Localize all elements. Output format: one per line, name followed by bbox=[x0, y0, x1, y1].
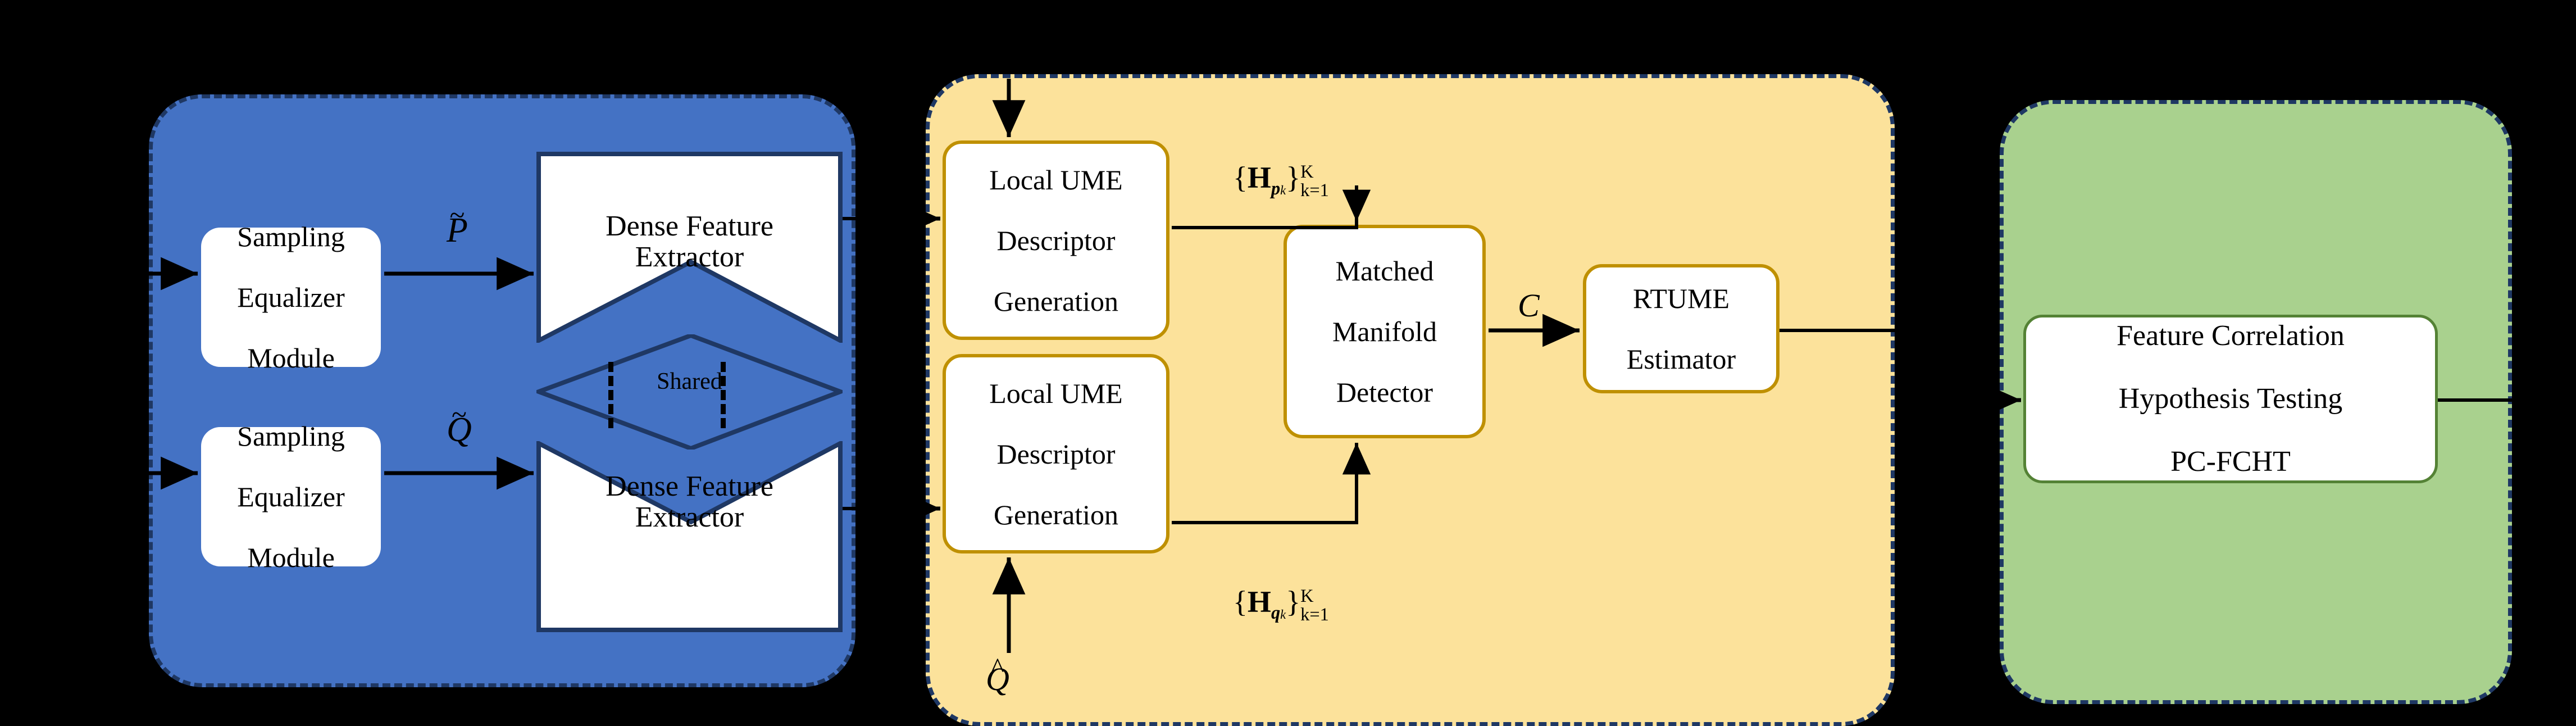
fcht-line-2: Hypothesis Testing bbox=[2118, 382, 2343, 415]
lume-1-line-2: Descriptor bbox=[996, 224, 1116, 256]
h-p-subsubscript: k bbox=[1280, 183, 1286, 197]
dfe-1-line-2: Extractor bbox=[635, 241, 744, 274]
rtume-line-1: RTUME bbox=[1633, 283, 1730, 314]
lume-1-line-3: Generation bbox=[993, 285, 1119, 317]
rtume-line-2: Estimator bbox=[1626, 343, 1736, 375]
brace-close: } bbox=[1286, 161, 1301, 194]
feature-correlation-hypothesis-testing[interactable]: Feature Correlation Hypothesis Testing P… bbox=[2023, 315, 2438, 483]
h-p-subscript-k1: k=1 bbox=[1300, 180, 1329, 201]
rtume-estimator[interactable]: RTUME Estimator bbox=[1583, 264, 1779, 393]
lume-2-line-3: Generation bbox=[993, 498, 1119, 530]
h-p-superscript-K: K bbox=[1300, 162, 1314, 183]
h-q-superscript-K: K bbox=[1300, 586, 1314, 607]
mmd-line-1: Matched bbox=[1335, 255, 1434, 287]
h-q-subscript-k1: k=1 bbox=[1300, 604, 1329, 625]
h-symbol: H bbox=[1247, 585, 1271, 619]
dfe-2-line-1: Dense Feature bbox=[606, 470, 773, 502]
dense-feature-extractor-2-label: Dense Feature Extractor bbox=[536, 471, 843, 533]
sem-2-line-2: Equalizer bbox=[237, 481, 345, 512]
signal-label-p-hat: ^ P bbox=[986, 20, 1005, 66]
brace-open: { bbox=[1233, 161, 1248, 194]
local-ume-descriptor-generation-2[interactable]: Local UME Descriptor Generation bbox=[943, 354, 1169, 553]
fcht-line-1: Feature Correlation bbox=[2117, 319, 2345, 352]
sem-1-line-3: Module bbox=[247, 342, 335, 374]
h-symbol: H bbox=[1247, 161, 1271, 194]
brace-close: } bbox=[1286, 585, 1301, 619]
dense-feature-extractor-2-shape[interactable] bbox=[536, 441, 843, 632]
matched-manifold-detector[interactable]: Matched Manifold Detector bbox=[1284, 225, 1486, 438]
mmd-line-2: Manifold bbox=[1332, 316, 1437, 347]
hat-accent-icon: ^ bbox=[989, 20, 1003, 52]
sem-2-line-1: Sampling bbox=[237, 420, 345, 452]
brace-open: { bbox=[1233, 585, 1248, 619]
dense-feature-extractor-1-label: Dense Feature Extractor bbox=[536, 211, 843, 273]
sem-2-line-3: Module bbox=[247, 542, 335, 573]
signal-label-h-q-set: {Hqk} K k=1 bbox=[1233, 584, 1329, 624]
lume-2-line-2: Descriptor bbox=[996, 438, 1116, 470]
signal-label-p-tilde: ~ P bbox=[447, 199, 468, 251]
signal-label-q-tilde: ~ Q bbox=[447, 399, 472, 450]
lume-1-line-1: Local UME bbox=[989, 164, 1123, 196]
shared-label: Shared bbox=[657, 369, 722, 394]
dfe-1-line-1: Dense Feature bbox=[606, 210, 773, 242]
signal-label-h-p-set: {Hpk} K k=1 bbox=[1233, 160, 1329, 199]
dfe-2-line-2: Extractor bbox=[635, 501, 744, 534]
fcht-line-3: PC-FCHT bbox=[2170, 446, 2291, 478]
sampling-equalizer-module-1[interactable]: Sampling Equalizer Module bbox=[201, 221, 381, 373]
sem-1-line-1: Sampling bbox=[237, 221, 345, 252]
local-ume-descriptor-generation-1[interactable]: Local UME Descriptor Generation bbox=[943, 140, 1169, 340]
mmd-line-3: Detector bbox=[1336, 376, 1433, 408]
lume-2-line-1: Local UME bbox=[989, 377, 1123, 409]
hat-accent-icon: ^ bbox=[991, 652, 1004, 684]
h-p-subscript: p bbox=[1271, 178, 1281, 199]
c-symbol: C bbox=[1518, 287, 1540, 324]
tilde-accent-icon: ~ bbox=[451, 399, 467, 430]
signal-label-c: C bbox=[1518, 287, 1540, 324]
signal-label-q-hat: ^ Q bbox=[986, 652, 1009, 698]
sem-1-line-2: Equalizer bbox=[237, 282, 345, 313]
h-q-subsubscript: k bbox=[1280, 607, 1286, 621]
tilde-accent-icon: ~ bbox=[449, 199, 465, 231]
h-q-subscript: q bbox=[1271, 602, 1281, 623]
sampling-equalizer-module-2[interactable]: Sampling Equalizer Module bbox=[201, 421, 381, 573]
